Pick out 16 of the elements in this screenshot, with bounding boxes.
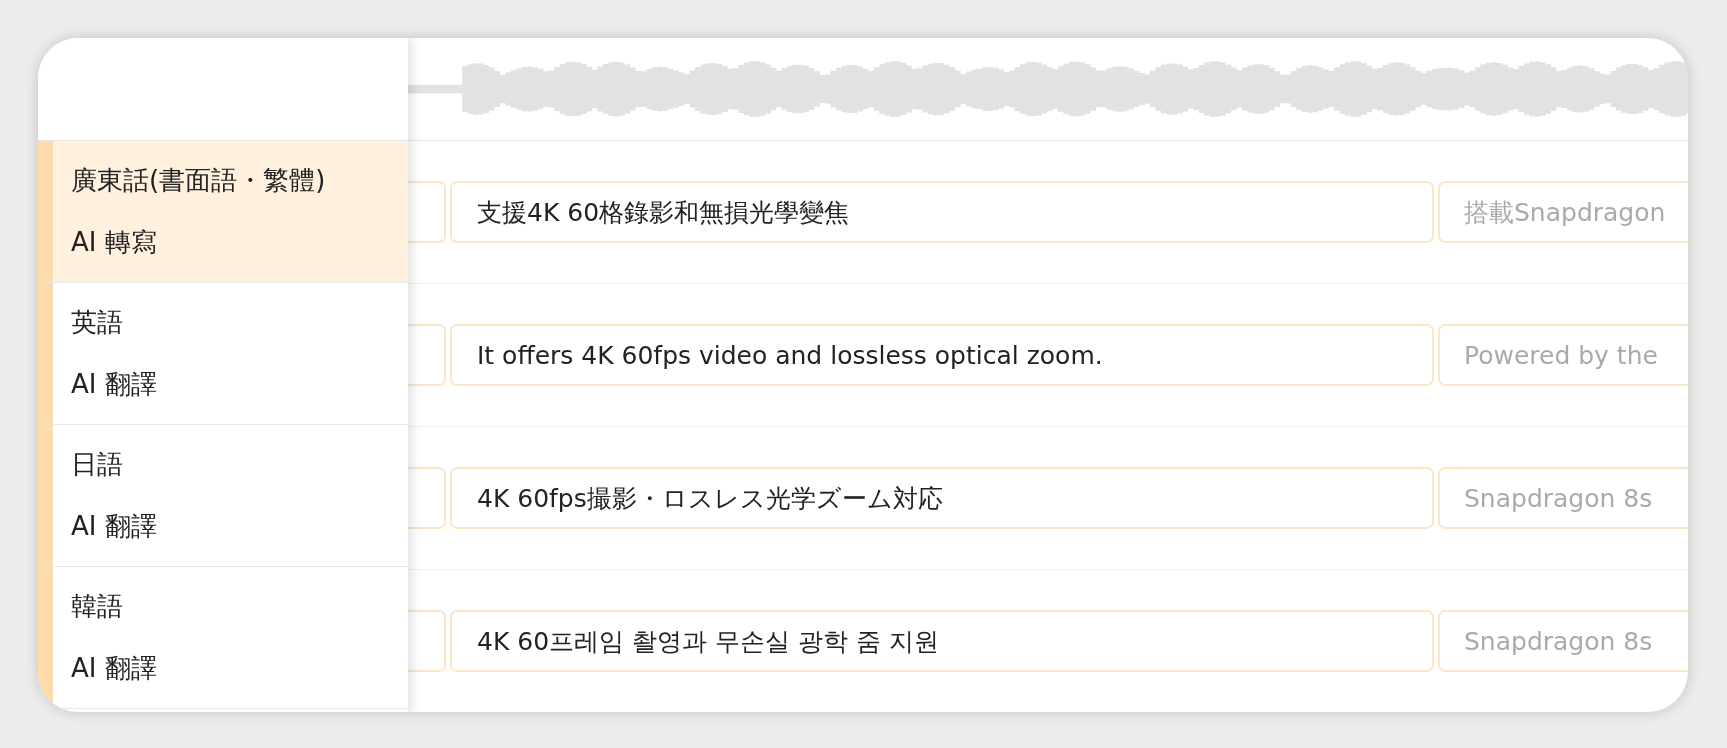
language-mode: AI 轉寫 bbox=[71, 226, 158, 260]
language-item[interactable]: 英語 AI 翻譯 bbox=[38, 283, 408, 425]
language-name: 日語 bbox=[71, 447, 124, 481]
language-name: 韓語 bbox=[71, 589, 124, 623]
subtitle-field[interactable]: 4K 60프레임 촬영과 무손실 광학 줌 지원 bbox=[450, 610, 1434, 672]
subtitle-field[interactable]: 4K 60fps撮影・ロスレス光学ズーム対応 bbox=[450, 467, 1434, 529]
language-name: 廣東話(書面語・繁體) bbox=[71, 163, 327, 197]
language-mode: AI 翻譯 bbox=[71, 510, 158, 544]
subtitle-field[interactable]: 支援4K 60格錄影和無損光學變焦 bbox=[450, 181, 1434, 243]
language-item[interactable]: 韓語 AI 翻譯 bbox=[38, 567, 408, 709]
language-mode: AI 翻譯 bbox=[71, 368, 158, 402]
language-name: 英語 bbox=[71, 305, 124, 339]
language-mode: AI 翻譯 bbox=[71, 652, 158, 686]
language-item[interactable]: 廣東話(書面語・繁體) AI 轉寫 bbox=[38, 141, 408, 283]
language-item[interactable]: 日語 AI 翻譯 bbox=[38, 425, 408, 567]
subtitle-field[interactable]: It offers 4K 60fps video and lossless optical zoom. bbox=[450, 324, 1434, 386]
